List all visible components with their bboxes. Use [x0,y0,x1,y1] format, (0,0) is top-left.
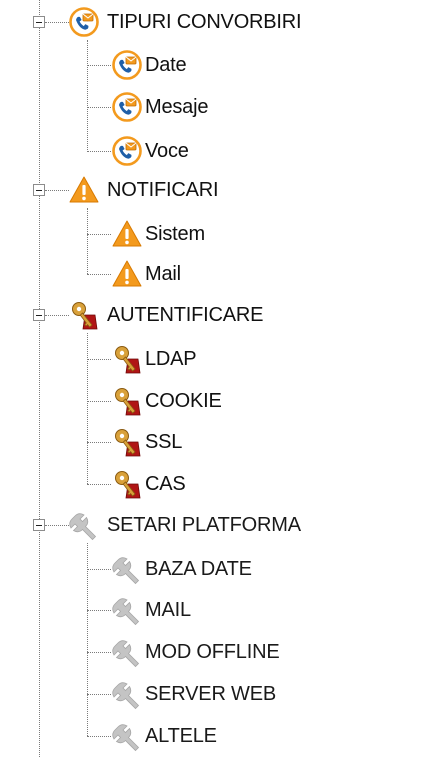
warning-icon [110,217,144,251]
tree-item-date[interactable]: Date [110,48,187,82]
item-label: MAIL [145,599,191,621]
tree-group-autentificare[interactable]: AUTENTIFICARE [67,298,263,332]
call-message-icon [67,5,101,39]
tree-item-cas[interactable]: CAS [110,467,186,501]
child-connector [87,401,111,402]
group-0-connector [45,22,69,23]
wrench-icon [110,719,144,753]
item-label: Sistem [145,223,205,245]
group-2-collapse-toggle[interactable] [33,309,45,321]
group-label: SETARI PLATFORMA [107,514,301,536]
child-connector [87,652,111,653]
key-lock-icon [67,298,101,332]
group-0-collapse-toggle[interactable] [33,16,45,28]
tree-item-altele[interactable]: ALTELE [110,719,217,753]
group-label: NOTIFICARI [107,179,219,201]
group-0-children-line [87,40,88,152]
child-connector [87,694,111,695]
item-label: Date [145,54,187,76]
group-2-children-line [87,333,88,484]
tree-trunk-line [39,0,40,757]
wrench-icon [110,593,144,627]
tree-item-ssl[interactable]: SSL [110,425,182,459]
item-label: Mesaje [145,96,209,118]
group-label: TIPURI CONVORBIRI [107,11,302,33]
tree-item-baza-date[interactable]: BAZA DATE [110,552,252,586]
child-connector [87,274,111,275]
tree-item-voce[interactable]: Voce [110,134,189,168]
group-2-connector [45,315,69,316]
key-lock-icon [110,384,144,418]
child-connector [87,151,111,152]
call-message-icon [110,48,144,82]
item-label: ALTELE [145,725,217,747]
item-label: CAS [145,473,186,495]
child-connector [87,65,111,66]
child-connector [87,234,111,235]
group-3-connector [45,525,69,526]
item-label: SSL [145,431,183,453]
group-label: AUTENTIFICARE [107,304,264,326]
wrench-icon [67,508,101,542]
settings-tree: TIPURI CONVORBIRI Date Mesaje Voce NOTIF… [0,0,436,757]
tree-item-ldap[interactable]: LDAP [110,342,197,376]
tree-group-setari-platforma[interactable]: SETARI PLATFORMA [67,508,301,542]
wrench-icon [110,677,144,711]
item-label: Voce [145,140,189,162]
tree-group-tipuri-convorbiri[interactable]: TIPURI CONVORBIRI [67,5,302,39]
child-connector [87,359,111,360]
group-1-collapse-toggle[interactable] [33,184,45,196]
item-label: MOD OFFLINE [145,641,280,663]
tree-item-mail[interactable]: Mail [110,257,181,291]
tree-item-mesaje[interactable]: Mesaje [110,90,208,124]
item-label: LDAP [145,348,197,370]
item-label: Mail [145,263,181,285]
child-connector [87,736,111,737]
key-lock-icon [110,342,144,376]
tree-item-sistem[interactable]: Sistem [110,217,205,251]
group-3-children-line [87,543,88,736]
child-connector [87,610,111,611]
call-message-icon [110,90,144,124]
group-1-connector [45,190,69,191]
group-3-collapse-toggle[interactable] [33,519,45,531]
tree-group-notificari[interactable]: NOTIFICARI [67,173,219,207]
item-label: BAZA DATE [145,558,252,580]
call-message-icon [110,134,144,168]
warning-icon [110,257,144,291]
child-connector [87,107,111,108]
tree-item-mod-offline[interactable]: MOD OFFLINE [110,635,280,669]
tree-item-mail-platforma[interactable]: MAIL [110,593,191,627]
wrench-icon [110,635,144,669]
child-connector [87,569,111,570]
key-lock-icon [110,467,144,501]
group-1-children-line [87,208,88,274]
item-label: SERVER WEB [145,683,276,705]
child-connector [87,442,111,443]
wrench-icon [110,552,144,586]
key-lock-icon [110,425,144,459]
tree-item-cookie[interactable]: COOKIE [110,384,222,418]
tree-item-server-web[interactable]: SERVER WEB [110,677,276,711]
child-connector [87,484,111,485]
warning-icon [67,173,101,207]
item-label: COOKIE [145,390,222,412]
